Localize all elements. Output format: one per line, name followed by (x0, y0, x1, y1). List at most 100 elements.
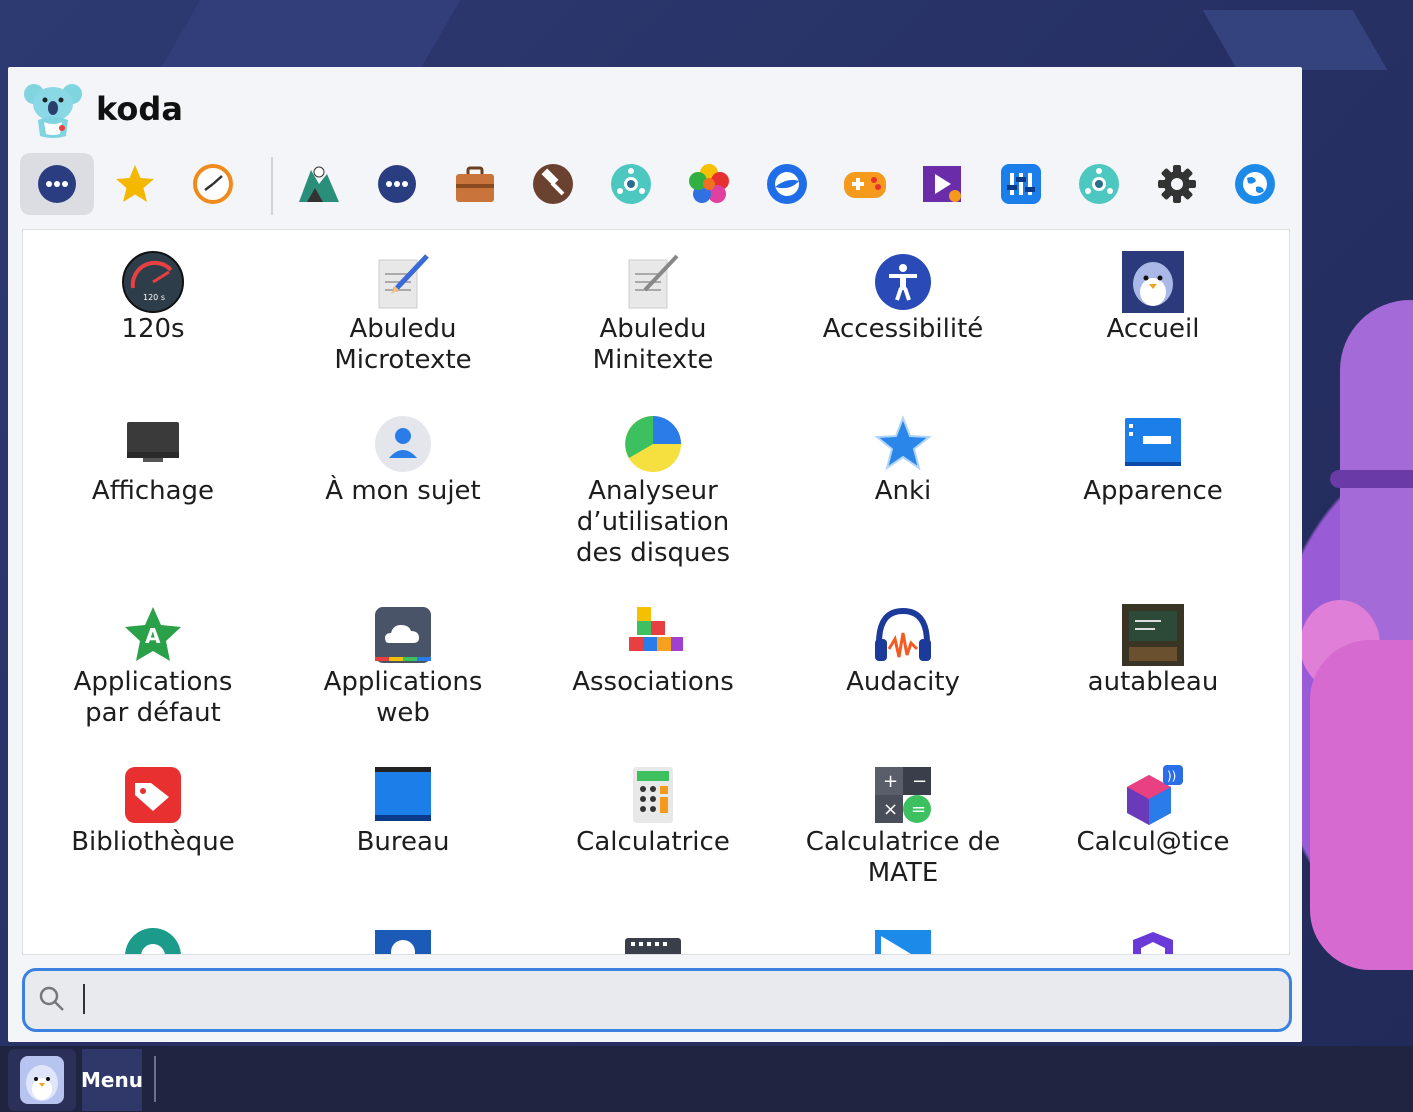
multimedia-icon (923, 166, 961, 202)
app-calculatice[interactable]: )) Calcul@tice (1028, 763, 1278, 858)
penguin-icon (20, 1056, 64, 1104)
search-icon (39, 986, 64, 1011)
app-partial-4[interactable] (778, 924, 1028, 954)
search-input[interactable] (79, 977, 1273, 1023)
tag-icon (125, 767, 181, 823)
mate-calculator-icon: + −× = (875, 767, 931, 823)
start-button[interactable] (8, 1049, 76, 1111)
dots-icon (38, 165, 76, 203)
app-autableau[interactable]: autableau (1028, 603, 1278, 698)
category-settings[interactable] (1140, 153, 1214, 215)
category-bar (20, 153, 1290, 215)
notepad-pencil-icon (378, 254, 429, 309)
blocks-icon (629, 607, 683, 651)
category-development[interactable] (516, 153, 590, 215)
system-icon (1001, 164, 1041, 204)
category-all[interactable] (20, 153, 94, 215)
dots-icon (378, 165, 416, 203)
app-a-mon-sujet[interactable]: À mon sujet (278, 412, 528, 507)
monitor-icon (127, 422, 179, 462)
application-menu: koda 120 s 120s Abuledu Microtexte Abule… (8, 67, 1302, 1042)
app-calculatrice[interactable]: Calculatrice (528, 763, 778, 858)
category-education[interactable] (282, 153, 356, 215)
app-partial-3[interactable] (528, 924, 778, 954)
koala-avatar-icon (24, 84, 82, 138)
app-partial-5[interactable] (1028, 924, 1278, 954)
camera-aperture-icon (125, 928, 181, 954)
notepad-icon (628, 254, 679, 309)
pie-chart-icon (625, 416, 681, 472)
accessibility-icon (875, 254, 931, 310)
menu-header: koda (22, 79, 183, 139)
svg-text:+: + (883, 771, 898, 792)
default-apps-icon: A (125, 607, 181, 661)
keyboard-icon (625, 938, 681, 954)
search-box[interactable] (22, 968, 1292, 1032)
taskbar: Menu (0, 1046, 1413, 1112)
calculator-icon (633, 767, 673, 823)
graphics-icon (689, 164, 729, 203)
app-anki[interactable]: Anki (778, 412, 1028, 507)
svg-text:120 s: 120 s (143, 293, 165, 302)
app-applications-web[interactable]: Applications web (278, 603, 528, 729)
app-abuledu-microtexte[interactable]: Abuledu Microtexte (278, 250, 528, 376)
app-bureau[interactable]: Bureau (278, 763, 528, 858)
penguin-icon (1122, 251, 1184, 313)
svg-text:A: A (145, 624, 161, 648)
category-science[interactable] (594, 153, 668, 215)
science-icon (611, 164, 651, 204)
gamepad-icon (844, 172, 886, 198)
gear-icon (1158, 165, 1196, 203)
blackboard-icon (1122, 604, 1184, 666)
svg-text:×: × (883, 799, 898, 820)
taskbar-separator (154, 1056, 156, 1102)
desktop-icon (375, 767, 431, 821)
category-multimedia[interactable] (906, 153, 980, 215)
username: koda (96, 90, 183, 128)
category-graphics[interactable] (672, 153, 746, 215)
star-icon (116, 165, 154, 202)
app-abuledu-minitexte[interactable]: Abuledu Minitexte (528, 250, 778, 376)
category-other[interactable] (360, 153, 434, 215)
svg-text:=: = (911, 799, 926, 820)
taskbar-menu-button[interactable]: Menu (81, 1049, 143, 1111)
app-calculatrice-mate[interactable]: + − × = Calculatrice de MATE (778, 763, 1028, 889)
app-grid: 120 s 120s Abuledu Microtexte Abuledu Mini… (22, 229, 1290, 955)
window-icon (1125, 418, 1181, 466)
app-affichage[interactable]: Affichage (28, 412, 278, 507)
internet-icon (767, 164, 807, 204)
app-accueil[interactable]: Accueil (1028, 250, 1278, 345)
headphones-icon (875, 607, 931, 661)
clock-icon (193, 164, 233, 204)
app-partial-2[interactable] (278, 924, 528, 954)
app-associations[interactable]: Associations (528, 603, 778, 698)
cloud-icon (375, 607, 431, 663)
app-bibliotheque[interactable]: Bibliothèque (28, 763, 278, 858)
app-analyseur-disques[interactable]: Analyseur d’utilisation des disques (528, 412, 778, 569)
category-favorites[interactable] (98, 153, 172, 215)
globe-icon (1235, 164, 1275, 204)
user-icon (375, 416, 431, 472)
svg-text:−: − (912, 771, 927, 792)
star-icon (874, 415, 932, 471)
hammer-icon (533, 164, 573, 204)
app-partial-1[interactable] (28, 924, 278, 954)
category-internet[interactable] (750, 153, 824, 215)
category-system[interactable] (984, 153, 1058, 215)
category-recent[interactable] (176, 153, 250, 215)
category-science2[interactable] (1062, 153, 1136, 215)
app-audacity[interactable]: Audacity (778, 603, 1028, 698)
category-web[interactable] (1218, 153, 1292, 215)
category-games[interactable] (828, 153, 902, 215)
calculatice-icon: )) (1127, 765, 1183, 825)
timer-icon: 120 s (122, 251, 184, 313)
app-120s[interactable]: 120 s 120s (28, 250, 278, 345)
app-applications-par-defaut[interactable]: A Applications par défaut (28, 603, 278, 729)
app-accessibilite[interactable]: Accessibilité (778, 250, 1028, 345)
shield-icon (1133, 932, 1173, 954)
app-apparence[interactable]: Apparence (1028, 412, 1278, 507)
svg-text:)): )) (1167, 769, 1176, 783)
presentation-icon (875, 930, 931, 954)
user-avatar[interactable] (22, 78, 84, 140)
category-office[interactable] (438, 153, 512, 215)
